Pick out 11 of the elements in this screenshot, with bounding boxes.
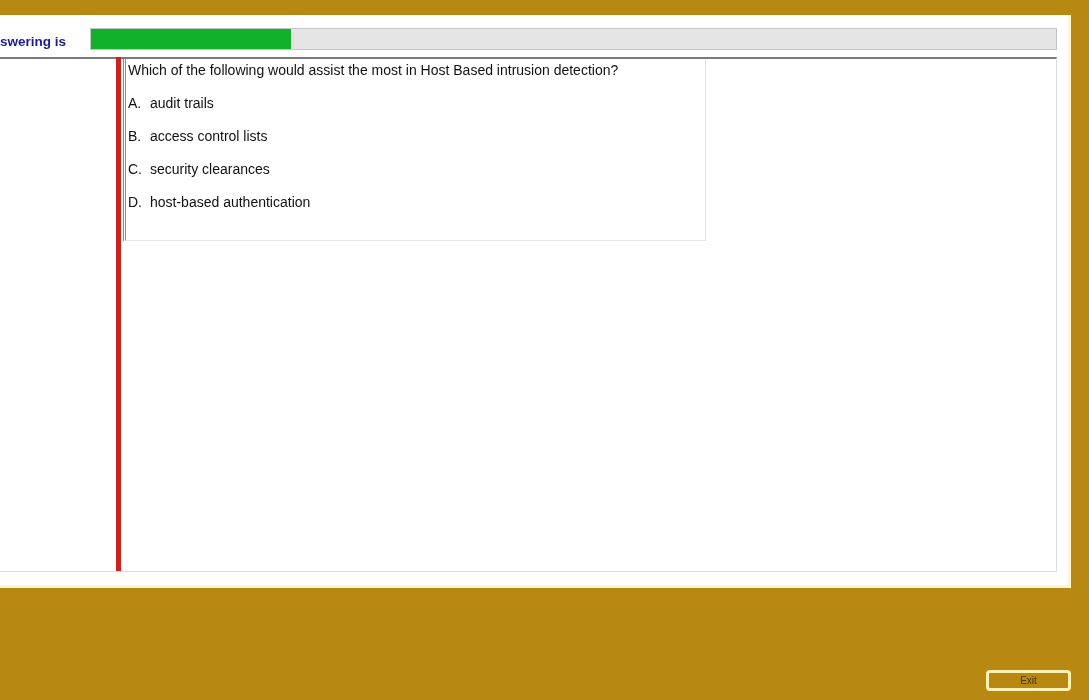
option-text: audit trails xyxy=(150,94,214,112)
option-letter: C. xyxy=(128,160,143,178)
option-letter: B. xyxy=(128,127,143,145)
option-letter: A. xyxy=(128,94,143,112)
progress-label: swering is xyxy=(0,32,68,50)
option-text: host-based authentication xyxy=(150,193,311,211)
option-letter: D. xyxy=(128,193,143,211)
exit-button[interactable]: Exit xyxy=(986,670,1071,691)
option-text: security clearances xyxy=(150,160,270,178)
option-text: access control lists xyxy=(150,127,268,145)
question-text: Which of the following would assist the most in Host Based intrusion detection? xyxy=(128,61,620,79)
